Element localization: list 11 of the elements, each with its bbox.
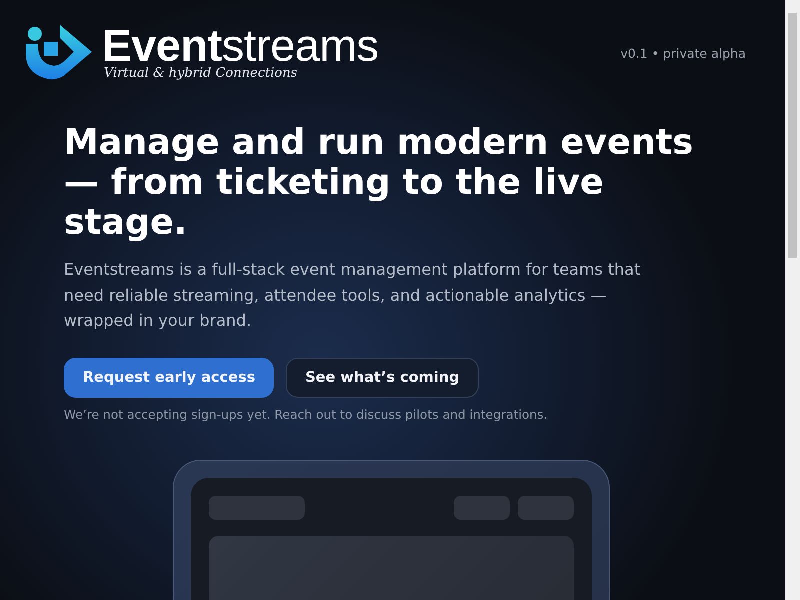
- signup-note: We’re not accepting sign-ups yet. Reach out to discuss pilots and integrations.: [64, 408, 549, 422]
- hero-description: Eventstreams is a full-stack event management platform for teams that need reliable streaming, attendee tools, and actionable analytics — wrapped in your brand.: [64, 259, 642, 332]
- request-access-button[interactable]: Request early access: [64, 358, 274, 398]
- hero-title: Manage and run modern events — from ticketing to the live stage.: [64, 123, 694, 243]
- placeholder-bar: [454, 496, 510, 520]
- scrollbar-thumb[interactable]: [788, 13, 797, 258]
- version-label: v0.1 • private alpha: [620, 46, 746, 61]
- logo-icon: [24, 24, 92, 80]
- scrollbar[interactable]: [785, 0, 800, 600]
- placeholder-bar: [518, 496, 574, 520]
- secondary-button[interactable]: See what’s coming: [286, 358, 479, 398]
